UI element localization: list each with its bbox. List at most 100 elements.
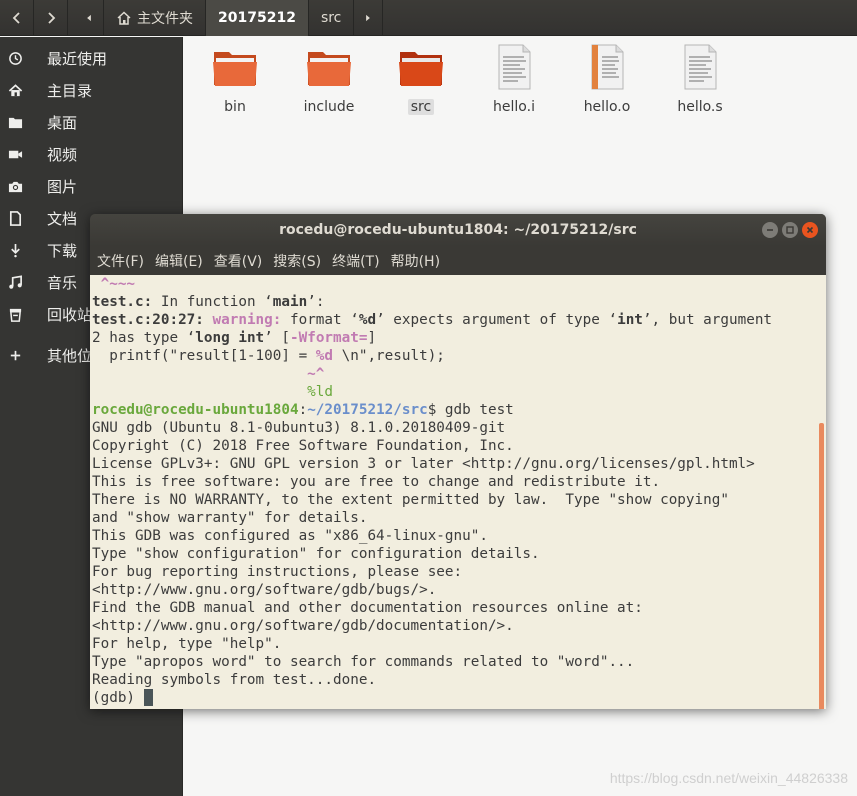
maximize-button[interactable] (782, 222, 798, 238)
minimize-button[interactable] (762, 222, 778, 238)
terminal-line: printf("result[1-100] = %d \n",result); (92, 348, 445, 364)
file-item-hello-s[interactable]: hello.s (655, 43, 745, 115)
gdb-prompt-line[interactable]: (gdb) (92, 689, 826, 707)
sidebar-item-label: 最近使用 (47, 49, 108, 68)
sidebar-item-label: 图片 (47, 177, 78, 196)
file-name: src (407, 99, 435, 115)
terminal-line: Reading symbols from test...done. (92, 672, 377, 688)
watermark: https://blog.csdn.net/weixin_44826338 (609, 770, 848, 786)
terminal-line: This is free software: you are free to c… (92, 474, 661, 490)
sidebar-item-home[interactable]: 主目录 (0, 74, 183, 106)
video-icon (0, 138, 30, 170)
breadcrumb-scroll-right[interactable] (354, 0, 384, 36)
sidebar-item-label: 文档 (47, 209, 78, 228)
file-name: hello.i (493, 99, 535, 115)
sidebar-item-pictures[interactable]: 图片 (0, 170, 183, 202)
close-icon (806, 226, 814, 234)
breadcrumb-src[interactable]: src (309, 0, 355, 36)
terminal-line: and "show warranty" for details. (92, 510, 368, 526)
sidebar-item-label: 回收站 (47, 305, 93, 324)
sidebar-item-label: 音乐 (47, 273, 78, 292)
file-name: hello.o (583, 99, 631, 115)
folder-icon (213, 52, 257, 86)
menu-edit[interactable]: 编辑(E) (155, 251, 203, 271)
terminal-line: For bug reporting instructions, please s… (92, 564, 463, 580)
terminal-window: rocedu@rocedu-ubuntu1804: ~/20175212/src… (90, 214, 826, 709)
triangle-left-icon (87, 14, 91, 22)
breadcrumb: 主文件夹 20175212 src (75, 0, 384, 36)
music-icon (0, 266, 30, 298)
text-file-icon (684, 44, 717, 90)
clock-icon (0, 42, 30, 74)
terminal-line: Type "show configuration" for configurat… (92, 546, 540, 562)
sidebar-item-label: 桌面 (47, 113, 78, 132)
file-item-include[interactable]: include (284, 43, 374, 115)
breadcrumb-label: 主文件夹 (137, 11, 193, 27)
terminal-menubar: 文件(F) 编辑(E) 查看(V) 搜索(S) 终端(T) 帮助(H) (90, 246, 826, 275)
file-item-bin[interactable]: bin (190, 43, 280, 115)
sidebar-item-recent[interactable]: 最近使用 (0, 42, 183, 74)
file-name: hello.s (677, 99, 723, 115)
download-icon (0, 234, 30, 266)
terminal-line: ^~~~ (92, 276, 136, 292)
terminal-output[interactable]: ^~~~ test.c: In function ‘main’: test.c:… (90, 275, 826, 709)
terminal-line: <http://www.gnu.org/software/gdb/documen… (92, 618, 514, 634)
plus-icon (0, 339, 30, 371)
terminal-line: <http://www.gnu.org/software/gdb/bugs/>. (92, 582, 437, 598)
breadcrumb-20175212[interactable]: 20175212 (206, 0, 309, 36)
menu-file[interactable]: 文件(F) (97, 251, 144, 271)
file-name: bin (224, 99, 246, 115)
menu-view[interactable]: 查看(V) (214, 251, 263, 271)
minimize-icon (767, 229, 773, 231)
maximize-icon (786, 226, 794, 234)
window-title: rocedu@rocedu-ubuntu1804: ~/20175212/src (279, 222, 637, 238)
folder-icon (399, 52, 443, 86)
triangle-right-icon (366, 14, 371, 22)
chevron-left-icon (12, 12, 20, 24)
terminal-line: 2 has type ‘long int’ [-Wformat=] (92, 330, 377, 346)
terminal-line: There is NO WARRANTY, to the extent perm… (92, 492, 729, 508)
sidebar-item-desktop[interactable]: 桌面 (0, 106, 183, 138)
terminal-line: test.c:20:27: warning: format ‘%d’ expec… (92, 312, 773, 328)
terminal-line: This GDB was configured as "x86_64-linux… (92, 528, 488, 544)
text-file-icon (498, 44, 531, 90)
forward-button[interactable] (34, 0, 68, 36)
terminal-titlebar[interactable]: rocedu@rocedu-ubuntu1804: ~/20175212/src (90, 214, 826, 246)
path-bar: 主文件夹 20175212 src (0, 0, 857, 36)
chevron-right-icon (47, 12, 55, 24)
folder-icon (307, 52, 351, 86)
back-button[interactable] (0, 0, 34, 36)
home-icon (0, 74, 30, 106)
sidebar-item-label: 下载 (47, 241, 78, 260)
menu-help[interactable]: 帮助(H) (391, 251, 440, 271)
terminal-line: Find the GDB manual and other documentat… (92, 600, 643, 616)
sidebar-item-videos[interactable]: 视频 (0, 138, 183, 170)
sidebar-item-label: 视频 (47, 145, 78, 164)
menu-search[interactable]: 搜索(S) (273, 251, 321, 271)
file-name: include (303, 99, 355, 115)
document-icon (0, 202, 30, 234)
close-button[interactable] (802, 222, 818, 238)
terminal-line: GNU gdb (Ubuntu 8.1-0ubuntu3) 8.1.0.2018… (92, 420, 506, 436)
camera-icon (0, 170, 30, 202)
terminal-line: License GPLv3+: GNU GPL version 3 or lat… (92, 456, 755, 472)
breadcrumb-label: src (320, 10, 342, 26)
terminal-line: For help, type "help". (92, 636, 282, 652)
terminal-line: test.c: In function ‘main’: (92, 294, 325, 310)
terminal-prompt-line: rocedu@rocedu-ubuntu1804:~/20175212/src$… (92, 402, 514, 418)
file-item-src[interactable]: src (376, 43, 466, 115)
gdb-prompt: (gdb) (92, 690, 144, 706)
file-item-hello-o[interactable]: hello.o (562, 43, 652, 115)
trash-icon (0, 298, 30, 330)
file-item-hello-i[interactable]: hello.i (469, 43, 559, 115)
terminal-line: Type "apropos word" to search for comman… (92, 654, 635, 670)
terminal-scrollbar[interactable] (819, 423, 824, 709)
home-icon (117, 11, 131, 25)
terminal-line: %ld (92, 384, 334, 400)
breadcrumb-home[interactable]: 主文件夹 (104, 0, 206, 36)
menu-terminal[interactable]: 终端(T) (332, 251, 379, 271)
object-file-icon (591, 44, 624, 90)
folder-icon (0, 106, 30, 138)
breadcrumb-scroll-left[interactable] (75, 0, 104, 36)
text-cursor (143, 689, 153, 706)
